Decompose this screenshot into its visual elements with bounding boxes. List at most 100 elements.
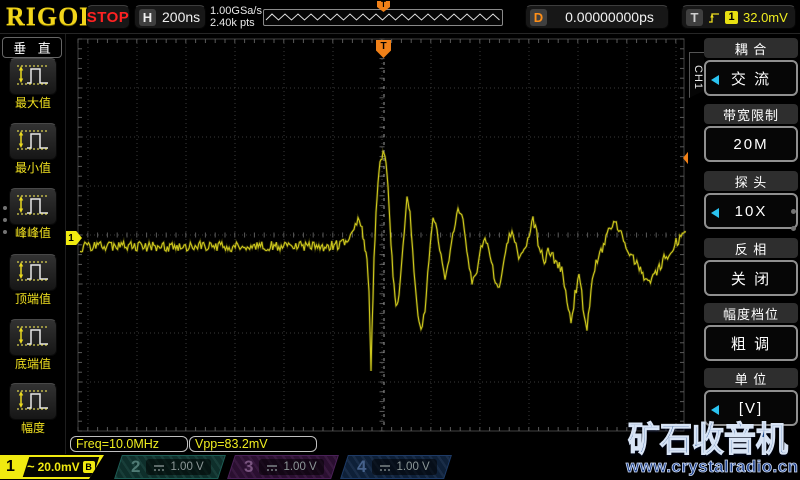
delay-value: 0.00000000ps [565, 9, 654, 25]
scroll-dot-icon [3, 218, 7, 222]
trigger-level-value: 32.0mV [743, 9, 788, 25]
invert-title: 反 相 [704, 238, 798, 258]
memory-depth: 2.40k pts [210, 17, 255, 29]
vtop-button[interactable] [9, 254, 57, 291]
ac-coupling-icon: ~ [27, 459, 35, 474]
freq-measurement-badge: Freq=10.0MHz [70, 436, 188, 452]
measure-sidebar: 垂 直 最大值 最小值 峰峰值 顶端值 底端值 幅度 [0, 34, 66, 454]
vpp-label: 峰峰值 [14, 226, 51, 240]
channel1-status[interactable]: 1 ~ 20.0mV B [0, 455, 104, 479]
probe-title: 探 头 [704, 171, 798, 191]
bandwidth-value: 20M [733, 135, 769, 153]
volts-scale-mode-button[interactable]: 粗 调 [704, 325, 798, 361]
vbase-button[interactable] [9, 319, 57, 356]
measure-item-vpp[interactable]: 峰峰值 [8, 188, 58, 240]
channel3-scale-value: 1.00 V [283, 461, 317, 473]
vmax-measure-icon [15, 61, 51, 93]
measure-item-vtop[interactable]: 顶端值 [8, 254, 58, 306]
vpp-button[interactable] [9, 188, 57, 225]
channel-tab: CH1 [689, 52, 704, 98]
channel1-number: 1 [6, 458, 15, 475]
menu-item-probe[interactable]: 探 头 10X [704, 171, 798, 229]
vmin-measure-icon [15, 126, 51, 158]
timebase-value: 200ns [162, 9, 201, 25]
sample-rate: 1.00GSa/s [210, 5, 262, 17]
channel1-scale-value: 20.0mV [37, 460, 80, 474]
measure-item-vbase[interactable]: 底端值 [8, 319, 58, 371]
bandwidth-value-button[interactable]: 20M [704, 126, 798, 162]
vamp-button[interactable] [9, 383, 57, 420]
measure-item-vamp[interactable]: 幅度 [8, 383, 58, 435]
oscilloscope-screen: T 1 T RIGOL STOP H 200ns 1.00GSa/s 2.40k… [0, 0, 800, 480]
coupling-value: 交 流 [730, 70, 772, 88]
unit-value: [V] [738, 399, 764, 417]
dc-coupling-icon [380, 464, 391, 471]
coupling-title: 耦 合 [704, 38, 798, 58]
menu-item-unit[interactable]: 单 位 [V] [704, 368, 798, 426]
volts-scale-mode-value: 粗 调 [730, 335, 772, 353]
channel2-status[interactable]: 2 1.00 V [114, 455, 226, 479]
vmax-button[interactable] [9, 58, 57, 95]
menu-item-coupling[interactable]: 耦 合 交 流 [704, 38, 798, 96]
probe-value: 10X [734, 202, 768, 220]
channel-status-bar: 1 ~ 20.0mV B 2 1.00 V 3 1.00 V 4 1.00 V [0, 454, 800, 480]
vmin-label: 最小值 [14, 161, 51, 175]
vpp-measurement-badge: Vpp=83.2mV [189, 436, 317, 452]
horizontal-timebase-chip[interactable]: H 200ns [134, 5, 206, 29]
trigger-source-badge: 1 [725, 10, 738, 24]
channel4-number: 4 [357, 457, 367, 476]
channel4-scale-value: 1.00 V [396, 461, 430, 473]
invert-value: 关 闭 [730, 270, 772, 288]
invert-value-button[interactable]: 关 闭 [704, 260, 798, 296]
channel2-number: 2 [131, 457, 141, 476]
menu-item-volts-scale-mode[interactable]: 幅度档位 粗 调 [704, 303, 798, 361]
bandwidth-title: 带宽限制 [704, 104, 798, 124]
delay-key-icon: D [530, 8, 547, 26]
trigger-chip[interactable]: T 1 32.0mV [681, 5, 796, 29]
selected-triangle-icon [711, 75, 719, 85]
unit-title: 单 位 [704, 368, 798, 388]
vtop-label: 顶端值 [14, 292, 51, 306]
status-bar: RIGOL STOP H 200ns 1.00GSa/s 2.40k pts T… [0, 0, 800, 34]
bandwidth-limit-icon: B [82, 461, 95, 473]
unit-value-button[interactable]: [V] [704, 390, 798, 426]
acquisition-info: 1.00GSa/s 2.40k pts [210, 5, 262, 29]
channel3-status[interactable]: 3 1.00 V [227, 455, 339, 479]
rigol-logo: RIGOL [6, 2, 98, 31]
vbase-label: 底端值 [14, 357, 51, 371]
scroll-dot-icon [791, 209, 796, 214]
overview-waveform-icon [265, 13, 500, 21]
rising-edge-icon [709, 12, 719, 23]
channel2-scale-value: 1.00 V [170, 461, 204, 473]
vbase-measure-icon [15, 322, 51, 354]
vtop-measure-icon [15, 257, 51, 289]
delay-chip[interactable]: D 0.00000000ps [525, 5, 669, 29]
vpp-measure-icon [15, 191, 51, 223]
run-state-label: STOP [86, 8, 130, 26]
coupling-value-button[interactable]: 交 流 [704, 60, 798, 96]
channel3-number: 3 [244, 457, 254, 476]
dc-coupling-icon [267, 464, 278, 471]
vamp-label: 幅度 [20, 421, 45, 435]
selected-triangle-icon [711, 208, 719, 218]
vmax-label: 最大值 [14, 96, 51, 110]
measure-category-title: 垂 直 [2, 37, 62, 58]
scroll-dot-icon [3, 230, 7, 234]
channel4-status[interactable]: 4 1.00 V [340, 455, 452, 479]
vmin-button[interactable] [9, 123, 57, 160]
volts-scale-mode-title: 幅度档位 [704, 303, 798, 323]
measure-item-vmax[interactable]: 最大值 [8, 58, 58, 110]
waveform-plot [77, 38, 687, 432]
probe-value-button[interactable]: 10X [704, 193, 798, 229]
run-state-badge[interactable]: STOP [86, 5, 130, 29]
channel-menu-sidebar: CH1 耦 合 交 流 带宽限制 20M 探 头 10X 反 相 关 闭 幅度档… [688, 34, 800, 454]
vamp-measure-icon [15, 386, 51, 418]
scroll-dot-icon [3, 206, 7, 210]
menu-item-bandwidth[interactable]: 带宽限制 20M [704, 104, 798, 162]
measure-item-vmin[interactable]: 最小值 [8, 123, 58, 175]
dc-coupling-icon [154, 464, 165, 471]
horizontal-key-icon: H [139, 8, 156, 26]
menu-item-invert[interactable]: 反 相 关 闭 [704, 238, 798, 296]
selected-triangle-icon [711, 405, 719, 415]
trigger-key-icon: T [686, 8, 703, 26]
